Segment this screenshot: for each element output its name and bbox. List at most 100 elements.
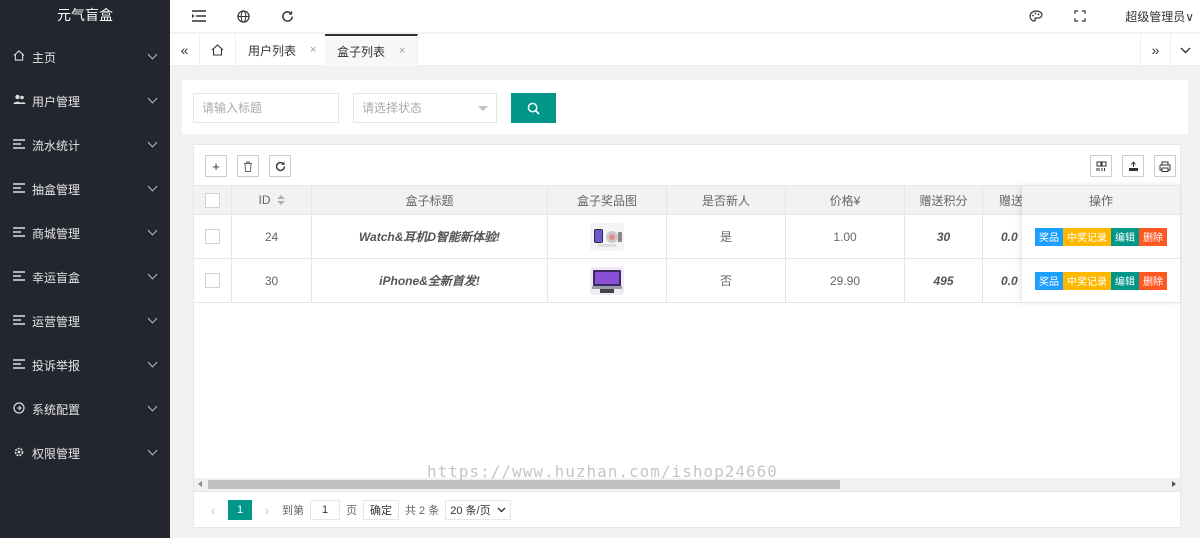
users-icon: [12, 94, 26, 108]
win-records-button[interactable]: 中奖记录: [1063, 227, 1111, 246]
pagination: ‹ 1 › 到第 1 页 确定 共 2 条 20 条/页: [194, 491, 1180, 527]
tab-box-list[interactable]: 盒子列表 ×: [325, 34, 419, 66]
chevron-down-icon: [497, 507, 506, 512]
fullscreen-icon[interactable]: [1071, 7, 1089, 25]
delete-button[interactable]: 删除: [1139, 227, 1167, 246]
watermark-text: https://www.huzhan.com/ishop24660: [427, 462, 778, 481]
column-id[interactable]: ID: [232, 186, 312, 214]
column-prize-image: 盒子奖品图: [548, 186, 667, 214]
home-icon: [12, 50, 26, 64]
sidebar-item[interactable]: 流水统计: [0, 123, 170, 167]
operations-column: 操作 奖品 中奖记录 编辑 删除 奖品 中奖记录 编辑 删除: [1022, 185, 1180, 303]
sidebar-item-label: 投诉举报: [32, 358, 81, 373]
tab-label: 盒子列表: [337, 44, 386, 59]
status-select[interactable]: 请选择状态: [353, 93, 497, 123]
goto-page-input[interactable]: 1: [310, 499, 340, 520]
tab-label: 用户列表: [248, 43, 297, 58]
settings-icon: [12, 401, 26, 417]
prize-button[interactable]: 奖品: [1035, 227, 1063, 246]
scroll-right-arrow-icon[interactable]: [1172, 481, 1176, 487]
select-arrow-icon: [478, 106, 488, 111]
select-all-cell: [194, 186, 232, 214]
sidebar-item[interactable]: 系统配置: [0, 387, 170, 431]
row-id: 30: [232, 259, 312, 302]
menu-fold-icon[interactable]: [190, 7, 208, 25]
scroll-left-arrow-icon[interactable]: [198, 481, 202, 487]
chevron-down-icon: [147, 93, 158, 104]
list-icon: [12, 314, 26, 328]
select-all-checkbox[interactable]: [205, 192, 220, 208]
tabs-dropdown-icon[interactable]: [1170, 34, 1200, 66]
tab-close-icon[interactable]: ×: [399, 45, 405, 57]
column-is-new: 是否新人: [667, 186, 786, 214]
sidebar-item-label: 抽盒管理: [32, 182, 81, 197]
win-records-button[interactable]: 中奖记录: [1063, 271, 1111, 290]
row-id: 24: [232, 215, 312, 258]
sidebar-item[interactable]: 运营管理: [0, 299, 170, 343]
status-select-placeholder: 请选择状态: [362, 101, 423, 115]
refresh-icon[interactable]: [278, 7, 296, 25]
tabs-scroll-right-icon[interactable]: »: [1140, 34, 1170, 66]
app-logo-title: 元气盲盒: [57, 7, 113, 23]
list-icon: [12, 182, 26, 196]
globe-icon[interactable]: [234, 7, 252, 25]
search-icon: [527, 102, 540, 115]
theme-palette-icon[interactable]: [1027, 7, 1045, 25]
column-points: 赠送积分: [905, 186, 983, 214]
next-page-icon[interactable]: ›: [258, 500, 276, 520]
export-icon[interactable]: [1122, 155, 1144, 177]
row-operations: 奖品 中奖记录 编辑 删除: [1022, 215, 1180, 259]
sidebar-item[interactable]: 商城管理: [0, 211, 170, 255]
sidebar-item-label: 商城管理: [32, 226, 81, 241]
sidebar-item-label: 用户管理: [32, 94, 81, 109]
admin-user-menu[interactable]: 超级管理员∨: [1125, 8, 1194, 25]
row-prize-image-cell: [548, 259, 667, 302]
print-icon[interactable]: [1154, 155, 1176, 177]
tabs-scroll-left-icon[interactable]: «: [170, 34, 200, 66]
column-box-title: 盒子标题: [312, 186, 548, 214]
search-button[interactable]: [511, 93, 556, 123]
row-price: 29.90: [786, 259, 905, 302]
sidebar-item-label: 流水统计: [32, 138, 81, 153]
row-points: 30: [905, 215, 983, 258]
list-icon: [12, 138, 26, 152]
tab-user-list[interactable]: 用户列表 ×: [236, 34, 330, 66]
list-icon: [12, 226, 26, 240]
sidebar-item[interactable]: 抽盒管理: [0, 167, 170, 211]
sidebar-item[interactable]: 投诉举报: [0, 343, 170, 387]
sidebar-item[interactable]: 幸运盲盒: [0, 255, 170, 299]
scrollbar-thumb[interactable]: [208, 480, 840, 489]
edit-button[interactable]: 编辑: [1111, 271, 1139, 290]
tabs-bar: « 用户列表 × 盒子列表 × »: [170, 34, 1200, 66]
row-checkbox[interactable]: [205, 229, 220, 244]
search-panel: 请输入标题 请选择状态: [182, 80, 1188, 134]
goto-confirm-button[interactable]: 确定: [363, 499, 399, 520]
delete-button[interactable]: 删除: [1139, 271, 1167, 290]
sidebar-item-label: 主页: [32, 50, 57, 65]
goto-label: 到第: [282, 504, 304, 517]
sidebar-item[interactable]: 权限管理: [0, 431, 170, 475]
row-checkbox[interactable]: [205, 273, 220, 288]
current-page[interactable]: 1: [228, 499, 252, 520]
columns-filter-icon[interactable]: [1090, 155, 1112, 177]
prize-thumbnail-image[interactable]: [590, 266, 624, 295]
table-toolbar: +: [194, 145, 1180, 185]
prize-button[interactable]: 奖品: [1035, 271, 1063, 290]
sidebar-item[interactable]: 主页: [0, 35, 170, 79]
chevron-down-icon: [147, 269, 158, 280]
list-icon: [12, 270, 26, 284]
edit-button[interactable]: 编辑: [1111, 227, 1139, 246]
sort-icon[interactable]: [276, 195, 285, 205]
sidebar-item[interactable]: 用户管理: [0, 79, 170, 123]
page-size-select[interactable]: 20 条/页: [445, 499, 511, 520]
delete-trash-icon[interactable]: [237, 155, 259, 177]
tab-close-icon[interactable]: ×: [310, 44, 316, 56]
prize-thumbnail-image[interactable]: [590, 222, 624, 251]
add-icon[interactable]: +: [205, 155, 227, 177]
refresh-icon[interactable]: [269, 155, 291, 177]
row-title: iPhone&全新首发!: [312, 259, 548, 302]
title-search-input[interactable]: 请输入标题: [193, 93, 339, 123]
prev-page-icon[interactable]: ‹: [204, 500, 222, 520]
row-is-new: 是: [667, 215, 786, 258]
home-tab-icon[interactable]: [200, 34, 236, 66]
